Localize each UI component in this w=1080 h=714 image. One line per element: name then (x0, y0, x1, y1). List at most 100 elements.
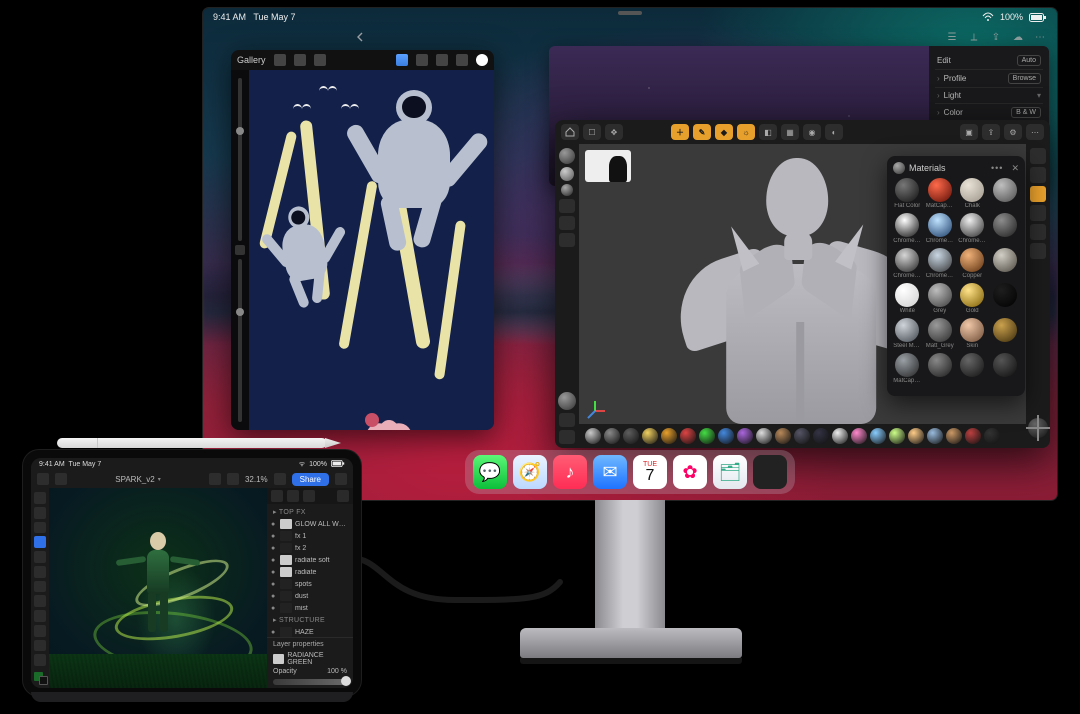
adjust-icon[interactable] (314, 54, 326, 66)
layer-row[interactable]: ●spots (267, 578, 353, 590)
material-swatch[interactable]: Chrome A… (893, 248, 922, 279)
brush-shelf-item[interactable] (965, 428, 981, 444)
layer-row[interactable]: ●mist (267, 602, 353, 614)
brush-shelf-item[interactable] (946, 428, 962, 444)
brush-shelf-item[interactable] (889, 428, 905, 444)
layer-row[interactable]: ●dust (267, 590, 353, 602)
visibility-icon[interactable]: ● (271, 557, 277, 564)
material-swatch[interactable] (991, 283, 1020, 314)
material-swatch[interactable]: Gold (958, 283, 987, 314)
visibility-icon[interactable]: ● (271, 545, 277, 552)
brush-shelf-item[interactable] (585, 428, 601, 444)
foreground-background-swatch[interactable] (34, 672, 46, 684)
procreate-canvas[interactable] (249, 70, 494, 430)
redo-icon[interactable] (227, 473, 239, 485)
brush-shelf-item[interactable] (680, 428, 696, 444)
dock-app-photos[interactable]: ✿ (673, 455, 707, 489)
material-swatch[interactable] (991, 178, 1020, 209)
camera-icon[interactable]: ▣ (960, 124, 978, 140)
brush-shelf-item[interactable] (794, 428, 810, 444)
solid-icon[interactable]: ◉ (803, 124, 821, 140)
share-button[interactable]: Share (292, 473, 329, 486)
falloff-icon[interactable] (559, 233, 575, 247)
visibility-icon[interactable]: ● (271, 533, 277, 540)
layers-tab-icon[interactable] (271, 490, 283, 502)
symmetry-icon[interactable] (559, 199, 575, 213)
brush-shelf-item[interactable] (832, 428, 848, 444)
clone-tool-icon[interactable] (34, 610, 46, 622)
eraser-tool-icon[interactable] (34, 551, 46, 563)
mesh-tab-icon[interactable] (1030, 205, 1046, 221)
layer-row[interactable]: ●GLOW ALL WHITE (267, 518, 353, 530)
add-icon[interactable]: ＋ (671, 124, 689, 140)
materials-panel[interactable]: Materials ••• ✕ Flat ColorMatCap Re…Chal… (887, 156, 1025, 396)
material-swatch[interactable]: Chrome R… (893, 213, 922, 244)
brush-shelf-item[interactable] (604, 428, 620, 444)
layer-row[interactable]: ●fx 1 (267, 530, 353, 542)
menu-icon[interactable] (55, 473, 67, 485)
brush-shelf-item[interactable] (984, 428, 1000, 444)
brush-shelf-item[interactable] (756, 428, 772, 444)
auto-button[interactable]: Auto (1017, 55, 1041, 66)
dock-app-messages[interactable]: 💬 (473, 455, 507, 489)
material-swatch[interactable]: Steel Met… (893, 318, 922, 349)
brush-large-preview[interactable] (558, 392, 576, 410)
shade-icon[interactable]: ◐ (825, 124, 843, 140)
visibility-icon[interactable]: ● (271, 581, 277, 588)
lasso-tool-icon[interactable] (34, 522, 46, 534)
brush-preview-icon[interactable] (561, 184, 573, 196)
view-icon[interactable]: ◧ (759, 124, 777, 140)
dock-app-safari[interactable]: 🧭 (513, 455, 547, 489)
visibility-icon[interactable]: ● (271, 605, 277, 612)
axis-gizmo-icon[interactable] (585, 400, 607, 422)
material-swatch[interactable]: Skin (958, 318, 987, 349)
procreate-side-slider[interactable] (231, 70, 249, 430)
brush-shelf-item[interactable] (661, 428, 677, 444)
brush-preview-icon[interactable] (560, 167, 574, 181)
canvas[interactable] (49, 488, 267, 688)
sculpt-brush-shelf[interactable] (579, 424, 1026, 448)
undo-icon[interactable] (209, 473, 221, 485)
eraser-icon[interactable] (436, 54, 448, 66)
edit-mode-icon[interactable]: ✎ (693, 124, 711, 140)
more-icon[interactable]: ⋯ (1026, 124, 1044, 140)
reference-image[interactable] (585, 150, 631, 182)
settings-icon[interactable]: ⚙ (1004, 124, 1022, 140)
comment-icon[interactable] (335, 473, 347, 485)
brush-shelf-item[interactable] (737, 428, 753, 444)
gallery-button[interactable]: Gallery (237, 55, 266, 65)
share-icon[interactable]: ⇪ (982, 124, 1000, 140)
brush-shelf-item[interactable] (908, 428, 924, 444)
dock-app-calendar[interactable]: TUE7 (633, 455, 667, 489)
brush-preview-icon[interactable] (559, 148, 575, 164)
light-icon[interactable]: ☼ (737, 124, 755, 140)
back-icon[interactable] (353, 30, 367, 44)
select-tool-icon[interactable] (34, 507, 46, 519)
transform-icon[interactable] (274, 54, 286, 66)
material-swatch[interactable] (991, 353, 1020, 384)
brush-shelf-item[interactable] (699, 428, 715, 444)
uv-tab-icon[interactable] (1030, 224, 1046, 240)
edit-panel-row[interactable]: ›Light▾ (935, 88, 1043, 104)
visibility-icon[interactable]: ● (271, 593, 277, 600)
material-swatch[interactable]: MatCap Re… (926, 178, 955, 209)
layer-row[interactable]: ●radiate (267, 566, 353, 578)
layer-row[interactable]: ●radiate soft (267, 554, 353, 566)
brush-shelf-item[interactable] (927, 428, 943, 444)
material-swatch[interactable]: Copper (958, 248, 987, 279)
zoom-level[interactable]: 32.1% (245, 475, 268, 484)
layer-row[interactable]: ●HAZE (267, 626, 353, 637)
layer-group-label[interactable]: ▸ TOP FX (267, 506, 353, 518)
material-swatch[interactable] (991, 248, 1020, 279)
stroke-icon[interactable] (559, 216, 575, 230)
material-swatch[interactable] (991, 318, 1020, 349)
shape-tool-icon[interactable] (34, 654, 46, 666)
modifier-button[interactable] (235, 245, 245, 255)
share-icon[interactable]: ⇪ (989, 30, 1003, 44)
gradient-tool-icon[interactable] (34, 581, 46, 593)
material-swatch[interactable] (958, 353, 987, 384)
brush-opacity-slider[interactable] (238, 259, 242, 422)
brush-shelf-item[interactable] (851, 428, 867, 444)
channels-tab-icon[interactable] (287, 490, 299, 502)
crop-tool-icon[interactable] (34, 625, 46, 637)
